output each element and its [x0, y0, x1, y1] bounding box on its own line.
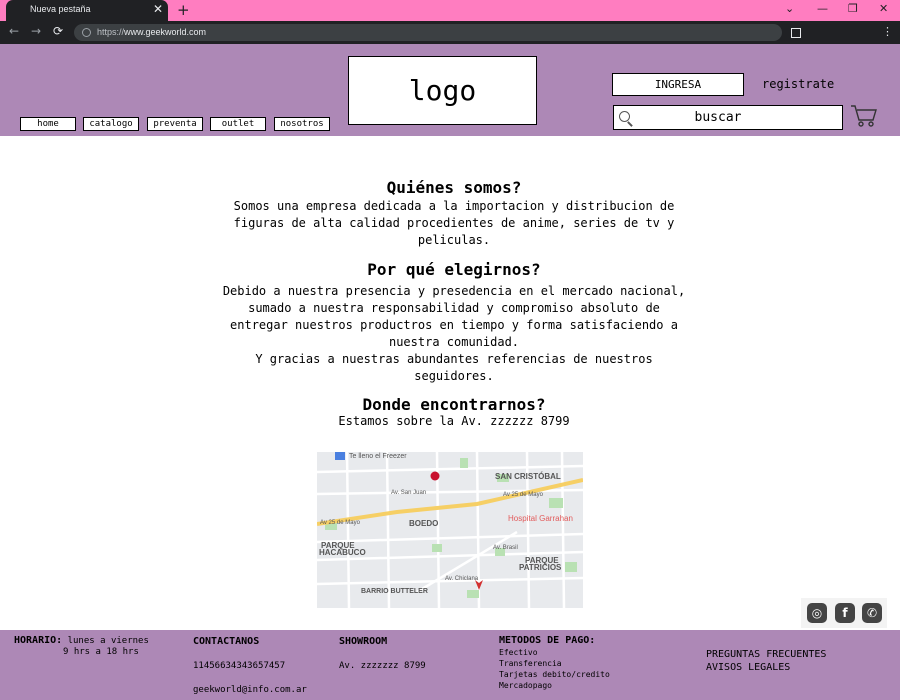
- browser-menu-icon[interactable]: ⋮: [882, 25, 893, 38]
- search-placeholder: buscar: [694, 110, 742, 125]
- footer-horario-hours: 9 hrs a 18 hrs: [63, 647, 139, 657]
- site-info-icon[interactable]: [82, 28, 91, 37]
- map-label-parque-hacabuco-2: HACABUCO: [319, 548, 366, 557]
- footer-faq-link[interactable]: PREGUNTAS FRECUENTES: [706, 648, 826, 661]
- tab-search-icon[interactable]: ⌄: [785, 2, 794, 15]
- where-title: Donde encontrarnos?: [362, 395, 546, 414]
- close-window-icon[interactable]: ✕: [879, 2, 888, 15]
- nav-catalogo[interactable]: catalogo: [83, 117, 139, 131]
- register-link[interactable]: registrate: [762, 77, 834, 91]
- footer-legal-link[interactable]: AVISOS LEGALES: [706, 661, 790, 674]
- side-panel-icon[interactable]: [791, 28, 801, 38]
- footer-horario: HORARIO: lunes a viernes: [14, 635, 149, 646]
- reload-icon[interactable]: ⟳: [53, 24, 63, 38]
- where-text: Estamos sobre la Av. zzzzzz 8799: [338, 414, 570, 428]
- back-icon[interactable]: ←: [9, 24, 19, 38]
- nav-outlet[interactable]: outlet: [210, 117, 266, 131]
- payment-method: Efectivo: [499, 648, 538, 657]
- facebook-icon[interactable]: f: [835, 603, 855, 623]
- footer-showroom-address: Av. zzzzzzz 8799: [339, 661, 426, 671]
- payment-method: Mercadopago: [499, 681, 552, 690]
- map-label-av-san-juan: Av. San Juan: [391, 490, 426, 496]
- site-logo[interactable]: logo: [348, 56, 537, 125]
- forward-icon[interactable]: →: [31, 24, 41, 38]
- minimize-icon[interactable]: —: [817, 2, 828, 15]
- why-text: Debido a nuestra presencia y presedencia…: [222, 284, 686, 383]
- about-title: Quiénes somos?: [386, 178, 522, 197]
- nav-nosotros[interactable]: nosotros: [274, 117, 330, 131]
- map-label-av-25-de-mayo-east: Av 25 de Mayo: [503, 492, 544, 498]
- close-tab-icon[interactable]: ✕: [153, 2, 163, 16]
- map-label-barrio-butteler: BARRIO BUTTELER: [361, 588, 428, 595]
- new-tab-icon[interactable]: +: [177, 1, 190, 19]
- about-text: Somos una empresa dedicada a la importac…: [233, 199, 675, 247]
- map-graphic[interactable]: Te lleno el Freezer SAN CRISTÓBAL Av. Sa…: [317, 452, 583, 608]
- payment-method: Transferencia: [499, 659, 562, 668]
- map-label-av-chiclana: Av. Chiclana: [445, 576, 479, 582]
- footer-phone: 11456634343657457: [193, 661, 286, 671]
- footer-payment-title: METODOS DE PAGO:: [499, 635, 596, 646]
- cart-icon[interactable]: [850, 104, 878, 128]
- map-label-hospital: Hospital Garrahan: [508, 514, 573, 523]
- tab-title: Nueva pestaña: [30, 4, 91, 14]
- nav-preventa[interactable]: preventa: [147, 117, 203, 131]
- map-label-parque-patricios-2: PATRICIOS: [519, 563, 562, 572]
- why-title: Por qué elegirnos?: [367, 260, 541, 279]
- footer-showroom-title: SHOWROOM: [339, 636, 388, 647]
- map-label-boedo: BOEDO: [409, 519, 438, 528]
- location-map[interactable]: Te lleno el Freezer SAN CRISTÓBAL Av. Sa…: [317, 452, 583, 608]
- map-label-san-cristobal: SAN CRISTÓBAL: [495, 472, 561, 481]
- nav-home[interactable]: home: [20, 117, 76, 131]
- footer-payment-methods: Efectivo Transferencia Tarjetas debito/c…: [499, 647, 610, 691]
- map-label-av-brasil: Av. Brasil: [493, 545, 518, 551]
- footer-email[interactable]: geekworld@info.com.ar: [193, 685, 307, 696]
- url-text[interactable]: https://www.geekworld.com: [97, 27, 206, 37]
- payment-method: Tarjetas debito/credito: [499, 670, 610, 679]
- instagram-icon[interactable]: ◎: [807, 603, 827, 623]
- map-label-av-25-de-mayo-west: Av 25 de Mayo: [320, 520, 361, 526]
- whatsapp-icon[interactable]: ✆: [862, 603, 882, 623]
- restore-icon[interactable]: ❐: [848, 2, 858, 15]
- login-button[interactable]: INGRESA: [612, 73, 744, 96]
- map-label-place: Te lleno el Freezer: [349, 453, 407, 460]
- footer-contact-title: CONTACTANOS: [193, 636, 260, 647]
